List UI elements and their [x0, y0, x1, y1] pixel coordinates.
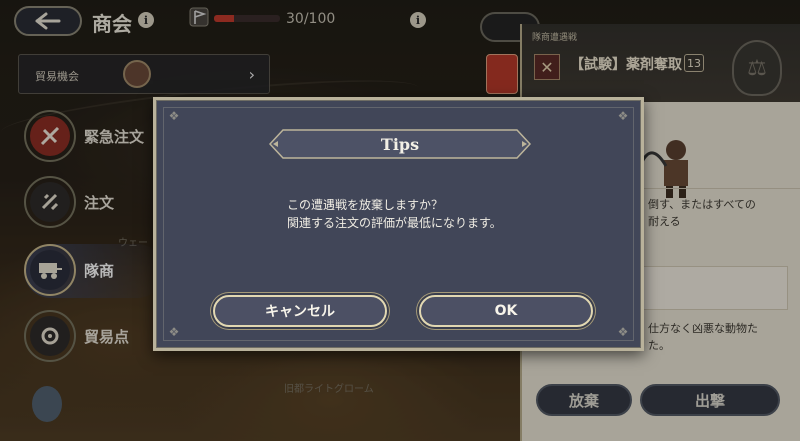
- corner-ornament-icon: ❖: [168, 109, 180, 123]
- dialog-message: この遭遇戦を放棄しますか？ 関連する注文の評価が最低になります。: [287, 196, 502, 232]
- dialog-message-line: 関連する注文の評価が最低になります。: [287, 216, 502, 230]
- dialog-title: Tips: [380, 134, 420, 154]
- tips-dialog: ❖ ❖ ❖ ❖ Tips この遭遇戦を放棄しますか？ 関連する注文の評価が最低に…: [153, 97, 644, 351]
- tips-dialog-body: ❖ ❖ ❖ ❖ Tips この遭遇戦を放棄しますか？ 関連する注文の評価が最低に…: [156, 100, 641, 348]
- dialog-message-line: この遭遇戦を放棄しますか？: [287, 198, 444, 212]
- corner-ornament-icon: ❖: [617, 325, 629, 339]
- tips-banner: Tips: [269, 129, 531, 159]
- ok-button[interactable]: OK: [419, 295, 593, 327]
- corner-ornament-icon: ❖: [168, 325, 180, 339]
- cancel-button[interactable]: キャンセル: [213, 295, 387, 327]
- corner-ornament-icon: ❖: [617, 109, 629, 123]
